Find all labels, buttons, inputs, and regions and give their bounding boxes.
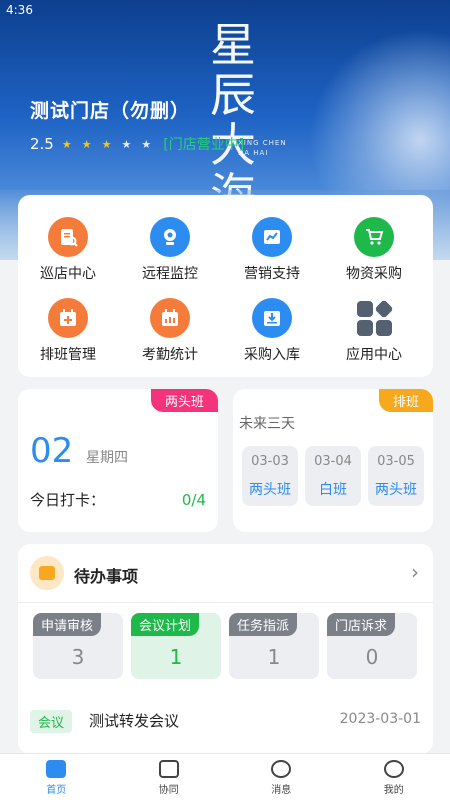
today-weekday: 星期四	[86, 450, 128, 466]
feature-purchase[interactable]: 物资采购	[324, 217, 424, 283]
future-day-item[interactable]: 03-05 两头班	[368, 446, 424, 506]
todo-stat-task[interactable]: 任务指派 1	[229, 613, 319, 679]
logo-char: 辰	[210, 68, 256, 122]
feature-warehouse-in[interactable]: 采购入库	[222, 298, 322, 364]
user-icon	[383, 760, 404, 778]
future-day-date: 03-03	[251, 454, 289, 469]
camera-icon	[150, 217, 190, 257]
feature-attendance[interactable]: 考勤统计	[120, 298, 220, 364]
star-icon: ★	[101, 137, 112, 151]
apps-grid-icon	[354, 298, 394, 338]
today-shift-card[interactable]: 两头班 02 星期四 今日打卡： 0/4	[18, 389, 218, 532]
nav-collab[interactable]: 协同	[113, 754, 226, 800]
feature-app-center[interactable]: 应用中心	[324, 298, 424, 364]
feature-marketing[interactable]: 营销支持	[222, 217, 322, 283]
shift-type-badge: 两头班	[150, 389, 218, 412]
nav-profile[interactable]: 我的	[338, 754, 450, 800]
calendar-plus-icon	[48, 298, 88, 338]
nav-messages[interactable]: 消息	[225, 754, 338, 800]
punch-count: 0/4	[181, 491, 206, 509]
checklist-icon	[158, 760, 179, 778]
star-icon: ★	[61, 137, 72, 151]
store-inspection-icon	[48, 217, 88, 257]
nav-label: 协同	[158, 785, 179, 796]
schedule-badge: 排班	[378, 389, 433, 412]
meeting-tag: 会议	[30, 710, 73, 733]
stat-label: 任务指派	[229, 613, 298, 636]
chevron-right-icon[interactable]: ›	[411, 560, 419, 584]
star-icon: ★	[141, 137, 152, 151]
meeting-title[interactable]: 测试转发会议	[89, 710, 179, 731]
todo-stat-meeting[interactable]: 会议计划 1	[131, 613, 221, 679]
chart-icon	[252, 217, 292, 257]
status-bar-time: 4:36	[6, 3, 33, 17]
todo-stat-approval[interactable]: 申请审核 3	[33, 613, 123, 679]
feature-store-inspection[interactable]: 巡店中心	[18, 217, 118, 283]
store-name[interactable]: 测试门店（勿删）	[30, 96, 190, 123]
bottom-nav: 首页 协同 消息 我的	[0, 753, 450, 800]
future-day-shift: 两头班	[249, 482, 291, 498]
rating-score: 2.5	[30, 135, 54, 153]
logo-char: 星	[210, 18, 256, 72]
meeting-date: 2023-03-01	[339, 711, 421, 727]
future-day-date: 03-04	[314, 454, 352, 469]
star-icon: ★	[81, 137, 92, 151]
divider	[18, 602, 433, 603]
today-day: 02	[30, 431, 74, 471]
feature-remote-monitor[interactable]: 远程监控	[120, 217, 220, 283]
future-day-shift: 两头班	[375, 482, 417, 498]
nav-home[interactable]: 首页	[0, 754, 113, 800]
feature-label: 采购入库	[244, 347, 300, 363]
cart-icon	[354, 217, 394, 257]
todo-list-icon	[30, 556, 64, 590]
stat-value: 1	[169, 645, 183, 669]
stat-value: 1	[267, 645, 281, 669]
chat-bubble-icon	[271, 760, 292, 778]
future-day-date: 03-05	[377, 454, 415, 469]
feature-label: 营销支持	[244, 266, 300, 282]
future-day-shift: 白班	[319, 482, 347, 498]
todo-title: 待办事项	[74, 567, 139, 586]
store-rating: 2.5 ★ ★ ★ ★ ★ [门店营业中]	[30, 134, 244, 154]
brand-logo-subtext: XING CHEN DA HAI	[238, 138, 287, 158]
nav-label: 首页	[46, 785, 67, 796]
home-icon	[46, 760, 67, 778]
stat-label: 门店诉求	[327, 613, 396, 636]
nav-label: 我的	[383, 785, 404, 796]
feature-label: 应用中心	[346, 347, 402, 363]
calendar-stats-icon	[150, 298, 190, 338]
stat-value: 3	[71, 645, 85, 669]
todo-stat-appeal[interactable]: 门店诉求 0	[327, 613, 417, 679]
feature-label: 巡店中心	[40, 266, 96, 282]
punch-label: 今日打卡：	[30, 491, 106, 509]
feature-grid: 巡店中心 远程监控 营销支持 物资采购 排班管理 考勤统计 采购入库 应用中心	[18, 195, 433, 377]
inbox-download-icon	[252, 298, 292, 338]
store-status: [门店营业中]	[163, 137, 245, 153]
future-days-title: 未来三天	[239, 416, 295, 432]
brand-subtext-line: DA HAI	[238, 149, 269, 157]
feature-label: 远程监控	[142, 266, 198, 282]
feature-label: 物资采购	[346, 266, 402, 282]
future-shift-card[interactable]: 排班 未来三天 03-03 两头班 03-04 白班 03-05 两头班	[233, 389, 433, 532]
feature-label: 排班管理	[40, 347, 96, 363]
brand-subtext-line: XING CHEN	[238, 139, 287, 147]
future-day-item[interactable]: 03-04 白班	[305, 446, 361, 506]
stat-label: 会议计划	[131, 613, 200, 636]
stat-value: 0	[365, 645, 379, 669]
nav-label: 消息	[271, 785, 292, 796]
feature-shift-management[interactable]: 排班管理	[18, 298, 118, 364]
stat-label: 申请审核	[33, 613, 102, 636]
feature-label: 考勤统计	[142, 347, 198, 363]
future-day-item[interactable]: 03-03 两头班	[242, 446, 298, 506]
todo-card: 待办事项 › 申请审核 3 会议计划 1 任务指派 1 门店诉求 0 会议 测试…	[18, 544, 433, 754]
star-icon: ★	[121, 137, 132, 151]
